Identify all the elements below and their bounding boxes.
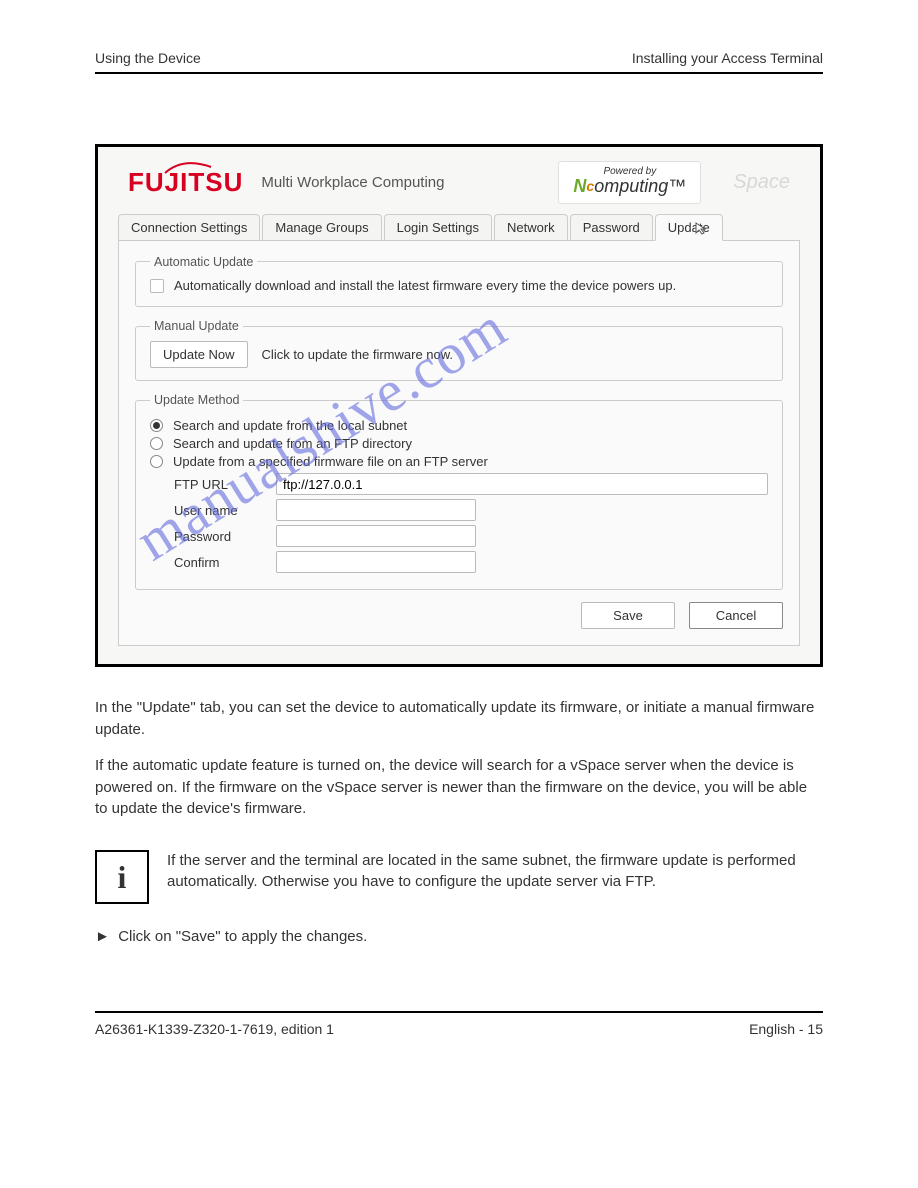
radio-local-subnet[interactable] — [150, 419, 163, 432]
confirm-input[interactable] — [276, 551, 476, 573]
last-line-text: Click on "Save" to apply the changes. — [118, 928, 367, 945]
screenshot-frame: FUJITSU Multi Workplace Computing Powere… — [95, 144, 823, 667]
tab-manage-groups[interactable]: Manage Groups — [262, 214, 381, 240]
action-row: Save Cancel — [135, 602, 783, 629]
tab-bar: Connection Settings Manage Groups Login … — [118, 214, 800, 241]
update-now-button[interactable]: Update Now — [150, 341, 248, 368]
username-label: User name — [174, 503, 264, 518]
footer-rule — [95, 1011, 823, 1013]
tab-password[interactable]: Password — [570, 214, 653, 240]
password-input[interactable] — [276, 525, 476, 547]
tab-network[interactable]: Network — [494, 214, 568, 240]
tab-login-settings[interactable]: Login Settings — [384, 214, 492, 240]
save-button[interactable]: Save — [581, 602, 675, 629]
last-line: ► Click on "Save" to apply the changes. — [95, 928, 823, 945]
footer-left: A26361-K1339-Z320-1-7619, edition 1 — [95, 1021, 334, 1037]
tab-panel: Automatic Update Automatically download … — [118, 241, 800, 647]
info-icon: i — [95, 850, 149, 904]
footer-right: English - 15 — [749, 1021, 823, 1037]
header-right: Installing your Access Terminal — [632, 50, 823, 66]
radio-ftp-directory-label: Search and update from an FTP directory — [173, 436, 412, 451]
automatic-update-group: Automatic Update Automatically download … — [135, 255, 783, 308]
manual-update-text: Click to update the firmware now. — [262, 347, 453, 362]
ftp-url-input[interactable] — [276, 473, 768, 495]
header-left: Using the Device — [95, 50, 201, 66]
manual-update-group: Manual Update Update Now Click to update… — [135, 319, 783, 381]
header-rule — [95, 72, 823, 74]
auto-update-checkbox[interactable] — [150, 279, 164, 293]
body-text: In the "Update" tab, you can set the dev… — [95, 697, 823, 820]
tab-connection-settings[interactable]: Connection Settings — [118, 214, 260, 240]
ncomputing-text: omputing™ — [594, 176, 686, 196]
auto-update-text: Automatically download and install the l… — [174, 277, 676, 295]
brand-subtitle: Multi Workplace Computing — [261, 174, 444, 191]
fujitsu-logo: FUJITSU — [128, 167, 243, 198]
username-input[interactable] — [276, 499, 476, 521]
tab-update[interactable]: Update — [655, 214, 723, 241]
brand-row: FUJITSU Multi Workplace Computing Powere… — [118, 157, 800, 214]
confirm-label: Confirm — [174, 555, 264, 570]
ncomputing-n-icon: N — [573, 176, 586, 196]
space-ghost-text: Space — [733, 171, 790, 194]
manual-update-legend: Manual Update — [150, 319, 243, 333]
cursor-icon — [694, 221, 708, 238]
ftp-url-label: FTP URL — [174, 477, 264, 492]
paragraph-2: If the automatic update feature is turne… — [95, 755, 823, 820]
cancel-button[interactable]: Cancel — [689, 602, 783, 629]
automatic-update-legend: Automatic Update — [150, 255, 257, 269]
radio-ftp-file-label: Update from a specified firmware file on… — [173, 454, 488, 469]
update-method-legend: Update Method — [150, 393, 243, 407]
password-label: Password — [174, 529, 264, 544]
update-method-group: Update Method Search and update from the… — [135, 393, 783, 590]
radio-ftp-directory[interactable] — [150, 437, 163, 450]
info-note: i If the server and the terminal are loc… — [95, 850, 823, 904]
paragraph-1: In the "Update" tab, you can set the dev… — [95, 697, 823, 741]
ncomputing-badge: Powered by Ncomputing™ — [558, 161, 701, 204]
radio-ftp-file[interactable] — [150, 455, 163, 468]
radio-local-subnet-label: Search and update from the local subnet — [173, 418, 407, 433]
info-text: If the server and the terminal are locat… — [167, 850, 823, 892]
fujitsu-swoosh-icon — [163, 161, 213, 175]
